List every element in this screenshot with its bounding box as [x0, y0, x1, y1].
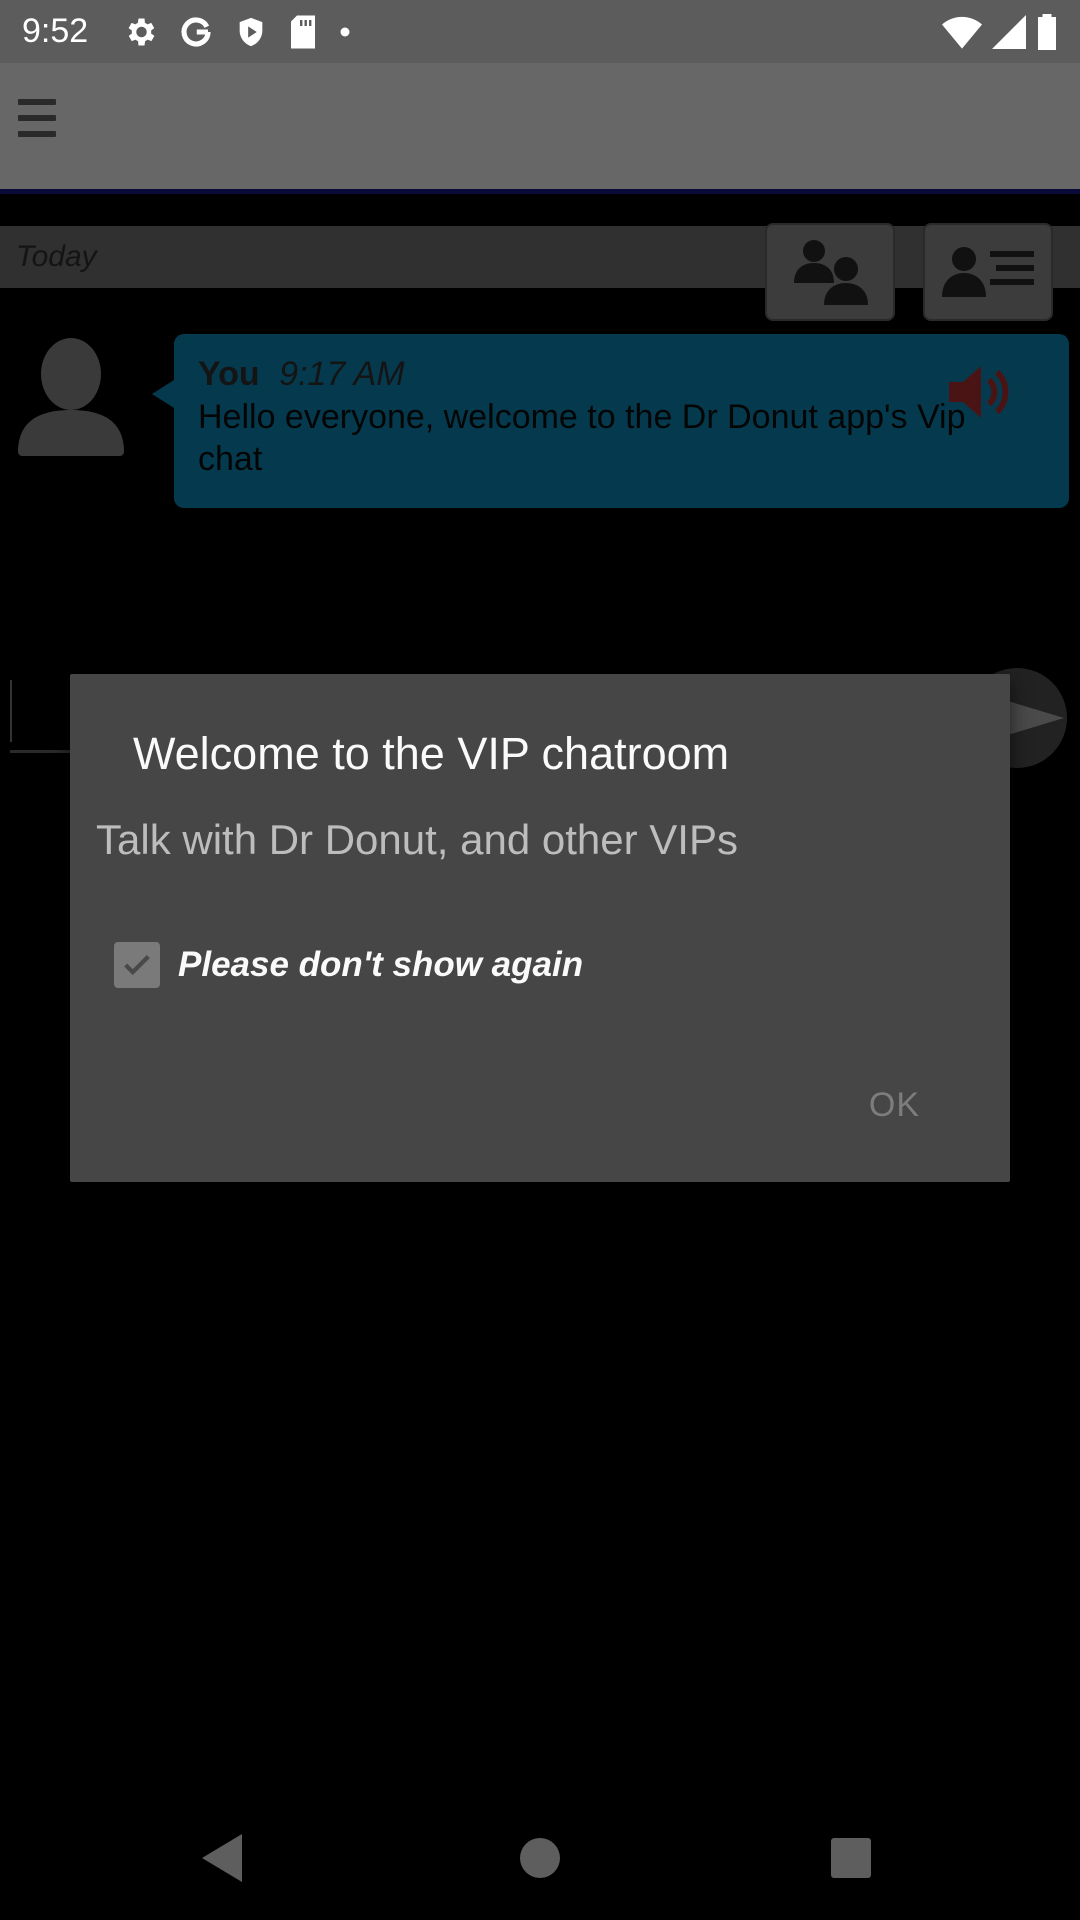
message-sender: You [198, 355, 260, 393]
bubble-tail [152, 380, 174, 408]
wifi-icon [942, 16, 982, 49]
hamburger-menu-icon[interactable] [18, 99, 56, 147]
message-time: 9:17 AM [279, 355, 405, 393]
ok-button[interactable]: OK [869, 1086, 920, 1125]
check-icon [124, 954, 150, 976]
back-icon[interactable] [202, 1834, 242, 1882]
profile-list-button[interactable] [923, 223, 1053, 321]
avatar-icon [18, 338, 124, 456]
users-button[interactable] [765, 223, 895, 321]
date-divider: Today [0, 226, 1080, 288]
settings-icon [128, 18, 155, 46]
message-text: Hello everyone, welcome to the Dr Donut … [198, 398, 966, 478]
welcome-dialog: Welcome to the VIP chatroom Talk with Dr… [70, 674, 1010, 1182]
users-icon [794, 240, 868, 305]
profile-list-icon [942, 247, 1034, 297]
dot-icon [340, 27, 350, 37]
dialog-title: Welcome to the VIP chatroom [133, 728, 730, 779]
recents-icon[interactable] [831, 1838, 871, 1878]
navigation-bar [0, 1800, 1080, 1920]
status-time: 9:52 [22, 12, 89, 50]
dialog-message: Talk with Dr Donut, and other VIPs [96, 816, 738, 863]
signal-icon [992, 15, 1026, 49]
home-icon[interactable] [520, 1838, 560, 1878]
dont-show-again-checkbox[interactable] [114, 942, 160, 988]
sd-card-icon [291, 15, 315, 49]
speaker-icon[interactable] [947, 362, 1017, 422]
shield-icon [239, 17, 263, 47]
status-icons-right [942, 12, 1058, 52]
dont-show-again-label: Please don't show again [178, 945, 584, 984]
status-bar: 9:52 [0, 0, 1080, 63]
message-bubble[interactable]: You 9:17 AM Hello everyone, welcome to t… [174, 334, 1069, 508]
status-icons-left [122, 12, 352, 52]
dont-show-again-row[interactable]: Please don't show again [114, 942, 583, 988]
date-label: Today [16, 240, 97, 273]
battery-icon [1038, 14, 1056, 50]
app-bar [0, 63, 1080, 194]
screen: 9:52 Today You 9:17 AM Hello everyone, w… [0, 0, 1080, 1920]
google-icon [181, 17, 211, 47]
message-input-cursor[interactable] [10, 680, 12, 742]
message-header: You 9:17 AM [198, 354, 1045, 394]
